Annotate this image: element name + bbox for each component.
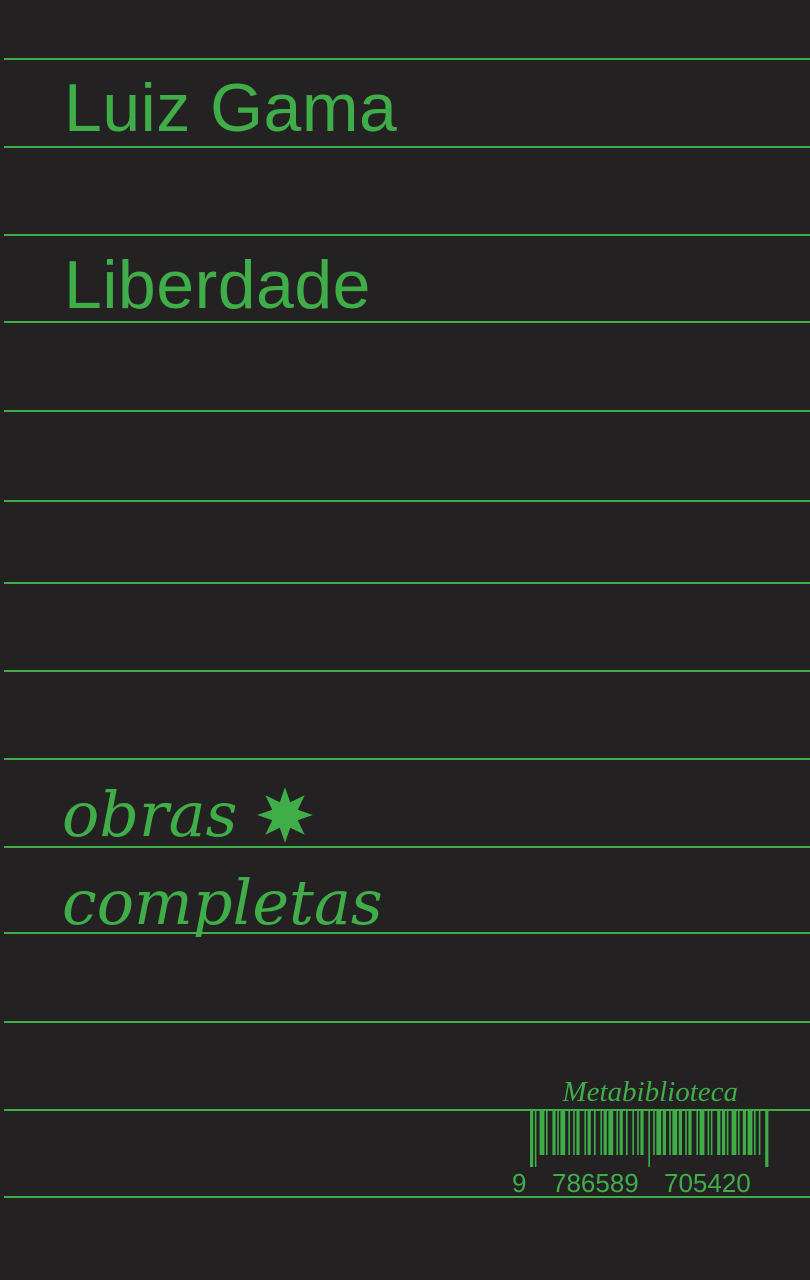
barcode-bar [587,1111,591,1155]
barcode-bar [648,1111,650,1167]
author-name: Luiz Gama [64,70,398,146]
barcode-bar [600,1111,602,1155]
barcode-bar [662,1111,666,1155]
ruled-line [4,582,810,584]
isbn-digits-group1: 786589 [552,1168,639,1198]
barcode-bar [637,1111,639,1155]
barcode-bar [731,1111,737,1155]
ruled-line [4,758,810,760]
barcode-bar [747,1111,753,1155]
barcode-bar [560,1111,566,1155]
barcode-bar [717,1111,721,1155]
barcode-bar [568,1111,570,1155]
barcode-bar [685,1111,687,1155]
barcode-bar [688,1111,692,1155]
barcode-bar [603,1111,607,1155]
barcode-bar [608,1111,614,1155]
barcode-bar [707,1111,710,1155]
barcode-bar [710,1111,713,1155]
barcode-bar [653,1111,655,1155]
barcode-bar [576,1111,580,1155]
barcode-bar [754,1111,756,1155]
barcode-bar [726,1111,729,1155]
barcode [530,1111,769,1167]
ruled-line [4,146,810,148]
ruled-line [4,500,810,502]
barcode-bar [584,1111,586,1155]
barcode-bar [696,1111,698,1155]
barcode-bar [534,1111,537,1167]
ruled-line [4,670,810,672]
barcode-bar [765,1111,769,1167]
barcode-bar [552,1111,556,1155]
series-title-line2: completas [62,866,383,939]
isbn-lead-digit: 9 [512,1168,527,1198]
barcode-bar [616,1111,618,1155]
series-title-line1: obras [62,778,238,851]
barcode-bar [742,1111,746,1155]
barcode-bar [573,1111,575,1155]
barcode-bar [640,1111,644,1155]
barcode-bar [557,1111,559,1155]
book-title: Liberdade [64,247,371,323]
eight-point-star-icon [257,787,313,843]
barcode-bar [656,1111,662,1155]
isbn-digits-group2: 705420 [664,1168,751,1198]
ruled-line [4,58,810,60]
book-cover: Luiz Gama Liberdade obras completas Meta… [0,0,810,1280]
barcode-bar [632,1111,634,1155]
barcode-bar [626,1111,628,1155]
barcode-bar [672,1111,678,1155]
barcode-bar [722,1111,726,1155]
barcode-bar [758,1111,761,1155]
ruled-line [4,1021,810,1023]
barcode-bar [738,1111,740,1155]
barcode-bar [678,1111,682,1155]
ruled-line [4,410,810,412]
barcode-bar [546,1111,548,1155]
ruled-line [4,234,810,236]
publisher-name: Metabiblioteca [562,1076,738,1108]
barcode-bar [530,1111,534,1167]
barcode-bar [699,1111,705,1155]
barcode-bar [594,1111,596,1155]
barcode-bar [539,1111,545,1155]
barcode-bar [669,1111,671,1155]
barcode-bar [619,1111,623,1155]
